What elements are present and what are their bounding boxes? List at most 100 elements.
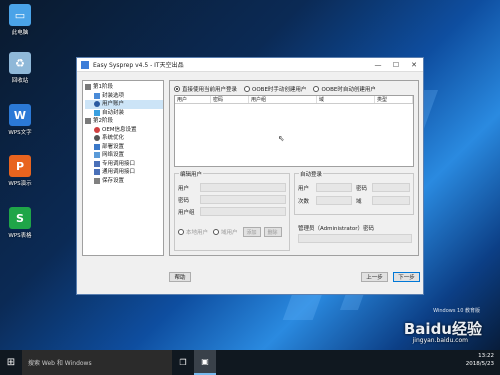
desktop-icon-wps-writer[interactable]: W WPS文字 (0, 104, 40, 136)
tree-item-oem-info[interactable]: OEM信息设置 (85, 126, 163, 135)
column-header-user[interactable]: 用户 (175, 96, 211, 103)
edit-user-type-row: 本地用户 域用户 添加 删除 (178, 227, 282, 237)
title-bar[interactable]: Easy Sysprep v4.5 - IT天空出品 — ☐ ✕ (77, 58, 423, 72)
edit-user-group: 编辑用户 用户 密码 用户组 本地用户 域用户 添加 删除 (174, 170, 290, 251)
folder-icon (85, 118, 91, 125)
interface-icon (94, 160, 100, 167)
close-icon[interactable]: ✕ (405, 61, 423, 69)
tree-item-deploy-settings[interactable]: 部署设置 (85, 143, 163, 152)
tree-item-label: 第1阶段 (93, 84, 113, 90)
radio-dot (213, 229, 220, 235)
windows-edition-text: Windows 10 教育版 (433, 308, 480, 314)
desktop-icon-wps-spreadsheet[interactable]: S WPS表格 (0, 207, 40, 239)
tree-item-label: OEM信息设置 (102, 126, 137, 133)
tree-item-save-settings[interactable]: 保存设置 (85, 177, 163, 186)
column-header-password[interactable]: 密码 (211, 96, 249, 103)
network-icon (94, 152, 100, 159)
field-label: 密码 (178, 197, 190, 204)
tree-item-private-interface[interactable]: 专用调用接口 (85, 160, 163, 169)
tree-item-packaging-options[interactable]: 封装选项 (85, 92, 163, 101)
prev-button[interactable]: 上一步 (361, 272, 388, 282)
help-button[interactable]: 帮助 (169, 272, 191, 282)
edit-password-row: 密码 (178, 195, 286, 204)
tree-item-stage2[interactable]: 第2阶段 (85, 117, 163, 126)
radio-domain-user[interactable]: 域用户 (213, 228, 238, 236)
wps-presentation-icon: P (9, 155, 31, 177)
system-clock[interactable]: 13:22 2018/5/23 (466, 352, 494, 368)
auto-login-user-row: 用户 密码 (298, 183, 410, 192)
radio-oobe-auto[interactable]: OOBE时自动创建用户 (313, 85, 376, 93)
admin-password-group: 管理员（Administrator）密码 (294, 223, 414, 251)
column-header-domain[interactable]: 域 (317, 96, 375, 103)
desktop-icon-label: WPS演示 (8, 181, 32, 187)
add-button[interactable]: 添加 (242, 227, 261, 237)
admin-password-label: 管理员（Administrator）密码 (298, 226, 374, 232)
auto-login-count-input[interactable] (316, 196, 352, 205)
auto-login-domain-input[interactable] (372, 196, 410, 205)
tree-item-label: 网络设置 (102, 152, 125, 158)
user-account-panel: 直接使用当前用户登录 OOBE时手动创建用户 OOBE时自动创建用户 用户 密码… (169, 80, 419, 256)
minimize-icon[interactable]: — (369, 61, 387, 69)
gear-icon (94, 135, 100, 142)
window-title: Easy Sysprep v4.5 - IT天空出品 (93, 62, 184, 69)
radio-label: 域用户 (221, 230, 238, 236)
desktop-icon-label: WPS文字 (8, 130, 32, 136)
next-button[interactable]: 下一步 (393, 272, 420, 282)
save-icon (94, 177, 100, 184)
baidu-watermark-url: jingyan.baidu.com (412, 337, 468, 344)
tree-item-auto-packaging[interactable]: 自动封装 (85, 109, 163, 118)
tree-item-label: 保存设置 (102, 177, 125, 184)
auto-login-password-input[interactable] (372, 183, 410, 192)
radio-local-user[interactable]: 本地用户 (178, 228, 208, 236)
admin-password-input[interactable] (298, 234, 412, 243)
tree-item-common-interface[interactable]: 通用调用接口 (85, 168, 163, 177)
interface-icon (94, 169, 100, 176)
folder-icon (85, 84, 91, 91)
field-label: 用户 (178, 185, 190, 192)
tree-item-system-optimization[interactable]: 系统优化 (85, 134, 163, 143)
tree-item-label: 系统优化 (102, 135, 125, 141)
task-view-icon[interactable]: ❐ (172, 350, 194, 375)
taskbar-app-sysprep[interactable]: ▣ (194, 350, 216, 375)
edit-group-input[interactable] (200, 207, 286, 216)
wps-spreadsheet-icon: S (9, 207, 31, 229)
user-list-table[interactable]: 用户 密码 用户组 域 类型 ⇖ (174, 95, 414, 167)
tree-item-label: 第2阶段 (93, 118, 113, 124)
desktop-icon-wps-presentation[interactable]: P WPS演示 (0, 155, 40, 187)
tree-item-label: 通用调用接口 (102, 169, 136, 175)
field-label: 域 (356, 198, 362, 205)
auto-login-group: 自动登录 用户 密码 次数 域 (294, 170, 414, 215)
tree-item-network-settings[interactable]: 网络设置 (85, 151, 163, 160)
delete-button[interactable]: 删除 (263, 227, 282, 237)
radio-label: 本地用户 (186, 230, 209, 236)
field-label: 密码 (356, 185, 368, 192)
radio-oobe-manual[interactable]: OOBE时手动创建用户 (244, 85, 306, 93)
easy-sysprep-window: Easy Sysprep v4.5 - IT天空出品 — ☐ ✕ 第1阶段 封装… (76, 57, 424, 295)
taskbar-search-box[interactable]: 搜索 Web 和 Windows (22, 350, 172, 375)
edit-user-row: 用户 (178, 183, 286, 192)
radio-dot (178, 229, 184, 235)
radio-label: OOBE时自动创建用户 (321, 87, 376, 93)
field-label: 用户组 (178, 209, 195, 216)
computer-icon: ▭ (9, 4, 31, 26)
windows-start-icon[interactable]: ⊞ (0, 350, 22, 375)
auto-login-user-input[interactable] (316, 183, 352, 192)
tree-item-stage1[interactable]: 第1阶段 (85, 83, 163, 92)
radio-current-user[interactable]: 直接使用当前用户登录 (174, 85, 237, 93)
edit-group-row: 用户组 (178, 207, 286, 216)
desktop-icon-recycle-bin[interactable]: ♻ 回收站 (0, 52, 40, 84)
tree-item-user-accounts[interactable]: 用户账户 (85, 100, 163, 109)
tree-item-label: 自动封装 (102, 109, 125, 116)
edit-user-input[interactable] (200, 183, 286, 192)
column-header-type[interactable]: 类型 (375, 96, 413, 103)
edit-password-input[interactable] (200, 195, 286, 204)
settings-icon (94, 92, 100, 99)
deploy-icon (94, 143, 100, 150)
column-header-group[interactable]: 用户组 (249, 96, 317, 103)
admin-password-label-row: 管理员（Administrator）密码 (298, 224, 374, 232)
clock-date: 2018/5/23 (465, 361, 494, 367)
mouse-cursor-icon: ⇖ (278, 134, 285, 143)
maximize-icon[interactable]: ☐ (387, 61, 405, 69)
desktop-icon-this-pc[interactable]: ▭ 此电脑 (0, 4, 40, 36)
clock-time: 13:22 (478, 353, 494, 359)
